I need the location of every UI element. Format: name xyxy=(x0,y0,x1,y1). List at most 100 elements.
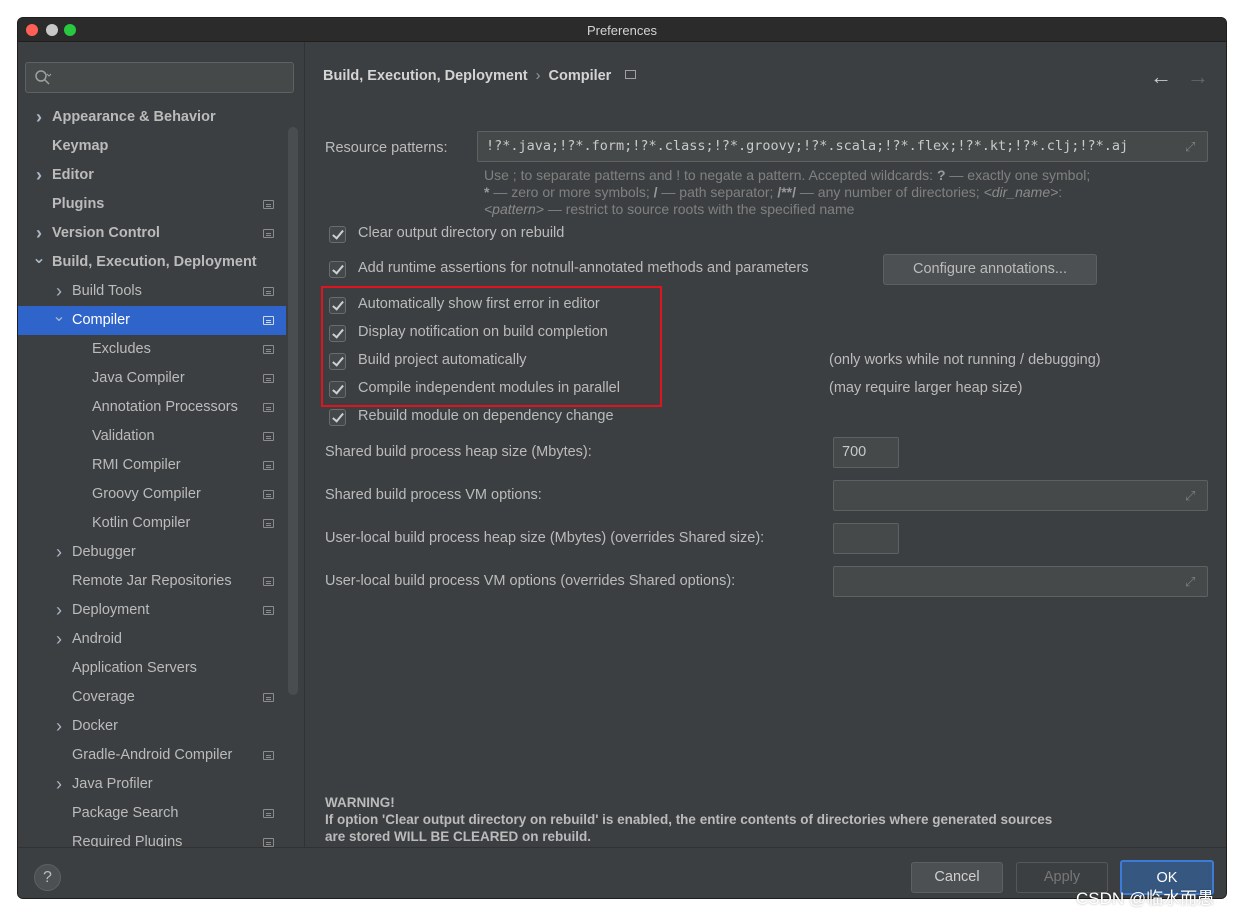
show-first-error-label[interactable]: Automatically show first error in editor xyxy=(358,296,600,312)
hint-text: : xyxy=(1058,184,1063,200)
sidebar-item-label: Gradle-Android Compiler xyxy=(72,747,233,763)
expand-icon[interactable]: ⤢ xyxy=(1185,575,1199,589)
sidebar-item-docker[interactable]: › Docker xyxy=(18,712,286,741)
chevron-down-icon[interactable]: ⌄ xyxy=(52,306,66,335)
sidebar-item-java-profiler[interactable]: › Java Profiler xyxy=(18,770,286,799)
user-heap-input[interactable] xyxy=(833,523,899,554)
sidebar-scrollbar[interactable] xyxy=(288,127,298,695)
project-settings-icon xyxy=(263,287,274,296)
forward-arrow-icon[interactable]: → xyxy=(1187,64,1209,90)
sidebar-item-keymap[interactable]: Keymap xyxy=(18,132,286,161)
sidebar-item-coverage[interactable]: Coverage xyxy=(18,683,286,712)
chevron-right-icon[interactable]: › xyxy=(52,712,66,741)
sidebar-item-label: Build, Execution, Deployment xyxy=(52,254,257,270)
chevron-right-icon[interactable]: › xyxy=(52,625,66,654)
sidebar-item-editor[interactable]: › Editor xyxy=(18,161,286,190)
chevron-right-icon[interactable]: › xyxy=(52,277,66,306)
compiler-settings-panel: Build, Execution, Deployment › Compiler ← … xyxy=(304,42,1226,847)
configure-annotations-button[interactable]: Configure annotations... xyxy=(883,254,1097,285)
sidebar-item-label: Keymap xyxy=(52,138,109,154)
hint-text: — path separator; xyxy=(657,184,778,200)
project-settings-icon xyxy=(263,490,274,499)
parallel-compile-checkbox[interactable] xyxy=(329,381,346,398)
clear-output-label[interactable]: Clear output directory on rebuild xyxy=(358,225,564,241)
clear-output-checkbox[interactable] xyxy=(329,226,346,243)
expand-icon[interactable]: ⤢ xyxy=(1185,140,1199,154)
chevron-down-icon[interactable]: ⌄ xyxy=(32,248,46,277)
rebuild-module-checkbox[interactable] xyxy=(329,409,346,426)
sidebar-item-label: Debugger xyxy=(72,544,136,560)
sidebar-item-plugins[interactable]: Plugins xyxy=(18,190,286,219)
project-settings-icon xyxy=(263,374,274,383)
chevron-right-icon[interactable]: › xyxy=(52,770,66,799)
show-first-error-checkbox[interactable] xyxy=(329,297,346,314)
sidebar-item-kotlin-compiler[interactable]: Kotlin Compiler xyxy=(18,509,286,538)
sidebar-item-deployment[interactable]: › Deployment xyxy=(18,596,286,625)
runtime-assertions-label[interactable]: Add runtime assertions for notnull-annot… xyxy=(358,260,809,276)
sidebar-item-label: Required Plugins xyxy=(72,834,183,847)
sidebar-item-appearance-behavior[interactable]: › Appearance & Behavior xyxy=(18,103,286,132)
sidebar-item-label: Annotation Processors xyxy=(92,399,238,415)
parallel-compile-label[interactable]: Compile independent modules in parallel xyxy=(358,380,620,396)
sidebar-item-compiler[interactable]: ⌄ Compiler xyxy=(18,306,286,335)
chevron-right-icon[interactable]: › xyxy=(32,103,46,132)
help-button[interactable]: ? xyxy=(34,864,61,891)
sidebar-item-excludes[interactable]: Excludes xyxy=(18,335,286,364)
cancel-button[interactable]: Cancel xyxy=(911,862,1003,893)
project-settings-icon xyxy=(263,461,274,470)
rebuild-module-label[interactable]: Rebuild module on dependency change xyxy=(358,408,614,424)
back-arrow-icon[interactable]: ← xyxy=(1150,64,1172,90)
sidebar-item-groovy-compiler[interactable]: Groovy Compiler xyxy=(18,480,286,509)
chevron-right-icon[interactable]: › xyxy=(52,596,66,625)
sidebar-item-remote-jar-repositories[interactable]: Remote Jar Repositories xyxy=(18,567,286,596)
sidebar-item-gradle-android-compiler[interactable]: Gradle-Android Compiler xyxy=(18,741,286,770)
notify-completion-checkbox[interactable] xyxy=(329,325,346,342)
user-vm-input[interactable]: ⤢ xyxy=(833,566,1208,597)
hint-text: — restrict to source roots with the spec… xyxy=(543,201,855,217)
sidebar-item-validation[interactable]: Validation xyxy=(18,422,286,451)
project-settings-icon xyxy=(263,345,274,354)
chevron-right-icon[interactable]: › xyxy=(52,538,66,567)
shared-heap-value: 700 xyxy=(842,444,867,460)
sidebar-item-package-search[interactable]: Package Search xyxy=(18,799,286,828)
sidebar-item-application-servers[interactable]: Application Servers xyxy=(18,654,286,683)
breadcrumb-parent[interactable]: Build, Execution, Deployment xyxy=(323,68,528,84)
user-heap-label: User-local build process heap size (Mbyt… xyxy=(325,530,765,546)
expand-icon[interactable]: ⤢ xyxy=(1185,489,1199,503)
hint-text: — exactly one symbol; xyxy=(945,167,1091,183)
sidebar-item-label: Android xyxy=(72,631,122,647)
sidebar-item-label: Appearance & Behavior xyxy=(52,109,216,125)
hint-text: — any number of directories; xyxy=(796,184,984,200)
breadcrumb-separator: › xyxy=(535,68,541,84)
sidebar-item-annotation-processors[interactable]: Annotation Processors xyxy=(18,393,286,422)
resource-patterns-input[interactable]: !?*.java;!?*.form;!?*.class;!?*.groovy;!… xyxy=(477,131,1208,162)
project-settings-icon xyxy=(263,432,274,441)
notify-completion-label[interactable]: Display notification on build completion xyxy=(358,324,608,340)
sidebar-item-label: Build Tools xyxy=(72,283,142,299)
shared-heap-input[interactable]: 700 xyxy=(833,437,899,468)
sidebar-item-label: Editor xyxy=(52,167,94,183)
sidebar-item-build-execution-deployment[interactable]: ⌄ Build, Execution, Deployment xyxy=(18,248,286,277)
resource-patterns-label: Resource patterns: xyxy=(325,140,448,156)
project-settings-icon xyxy=(263,693,274,702)
sidebar-item-android[interactable]: › Android xyxy=(18,625,286,654)
sidebar-item-version-control[interactable]: › Version Control xyxy=(18,219,286,248)
sidebar-item-label: Validation xyxy=(92,428,155,444)
shared-vm-input[interactable]: ⤢ xyxy=(833,480,1208,511)
breadcrumb: Build, Execution, Deployment › Compiler xyxy=(323,68,637,84)
sidebar-item-java-compiler[interactable]: Java Compiler xyxy=(18,364,286,393)
project-settings-icon xyxy=(263,200,274,209)
build-automatically-checkbox[interactable] xyxy=(329,353,346,370)
sidebar-item-rmi-compiler[interactable]: RMI Compiler xyxy=(18,451,286,480)
search-input[interactable] xyxy=(25,62,294,93)
sidebar-item-build-tools[interactable]: › Build Tools xyxy=(18,277,286,306)
chevron-right-icon[interactable]: › xyxy=(32,219,46,248)
project-settings-icon xyxy=(263,809,274,818)
sidebar-item-label: Groovy Compiler xyxy=(92,486,201,502)
chevron-right-icon[interactable]: › xyxy=(32,161,46,190)
search-icon xyxy=(35,70,52,85)
sidebar-item-required-plugins[interactable]: Required Plugins xyxy=(18,828,286,847)
sidebar-item-debugger[interactable]: › Debugger xyxy=(18,538,286,567)
runtime-assertions-checkbox[interactable] xyxy=(329,261,346,278)
build-automatically-label[interactable]: Build project automatically xyxy=(358,352,526,368)
